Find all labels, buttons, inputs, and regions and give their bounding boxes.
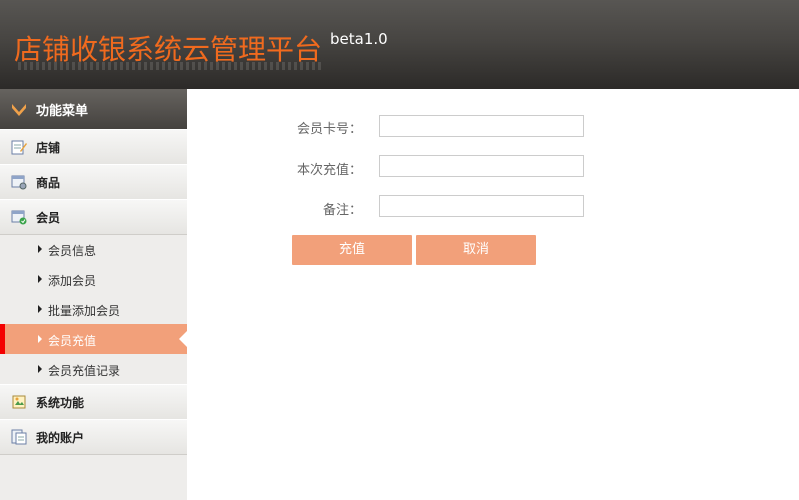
card-number-label: 会员卡号： bbox=[296, 122, 362, 137]
edit-note-icon bbox=[11, 140, 27, 155]
triangle-right-icon bbox=[38, 365, 42, 373]
sidebar-subitem-label: 会员充值记录 bbox=[48, 364, 121, 378]
system-image-icon bbox=[12, 395, 26, 409]
active-marker bbox=[0, 324, 5, 354]
sidebar-subitem-label: 批量添加会员 bbox=[48, 304, 121, 318]
header-bar: 店铺收银系统云管理平台 beta1.0 bbox=[0, 0, 799, 89]
sidebar-item-members[interactable]: 会员 bbox=[0, 199, 187, 235]
member-card-icon bbox=[11, 210, 27, 225]
chevron-down-icon bbox=[12, 104, 26, 116]
note-input[interactable] bbox=[379, 195, 584, 217]
card-number-input[interactable] bbox=[379, 115, 584, 137]
sidebar-subitem-add-member[interactable]: 添加会员 bbox=[0, 264, 187, 294]
triangle-right-icon bbox=[38, 335, 42, 343]
active-notch bbox=[179, 331, 187, 347]
product-settings-icon bbox=[11, 175, 27, 190]
cancel-button[interactable]: 取消 bbox=[416, 235, 536, 265]
recharge-amount-input[interactable] bbox=[379, 155, 584, 177]
triangle-right-icon bbox=[38, 245, 42, 253]
account-document-icon bbox=[11, 429, 27, 445]
recharge-button[interactable]: 充值 bbox=[292, 235, 412, 265]
triangle-right-icon bbox=[38, 305, 42, 313]
triangle-right-icon bbox=[38, 275, 42, 283]
sidebar-item-products[interactable]: 商品 bbox=[0, 164, 187, 200]
sidebar-subitem-label: 添加会员 bbox=[48, 274, 97, 288]
sidebar-subitem-label: 会员充值 bbox=[48, 334, 97, 348]
main-content: 会员卡号： 本次充值： 备注： 充值 取消 bbox=[187, 89, 799, 500]
menu-header-label: 功能菜单 bbox=[36, 104, 89, 119]
sidebar-item-label: 我的账户 bbox=[36, 431, 85, 445]
sidebar-subitem-batch-add-member[interactable]: 批量添加会员 bbox=[0, 294, 187, 324]
sidebar-item-label: 系统功能 bbox=[36, 396, 85, 410]
menu-header: 功能菜单 bbox=[0, 89, 187, 130]
sidebar-item-my-account[interactable]: 我的账户 bbox=[0, 419, 187, 455]
sidebar-item-label: 会员 bbox=[36, 211, 61, 225]
sidebar-item-system[interactable]: 系统功能 bbox=[0, 384, 187, 420]
sidebar-item-store[interactable]: 店铺 bbox=[0, 129, 187, 165]
sidebar-subitem-member-info[interactable]: 会员信息 bbox=[0, 234, 187, 264]
note-label: 备注： bbox=[322, 203, 362, 218]
sidebar-subitem-member-recharge[interactable]: 会员充值 bbox=[0, 324, 187, 354]
sidebar-subitem-recharge-records[interactable]: 会员充值记录 bbox=[0, 354, 187, 384]
sidebar-subitem-label: 会员信息 bbox=[48, 244, 97, 258]
sidebar: 功能菜单 店铺 商品 会员 会员信息 添加会员 批量添加会员 会员充值 会员充值… bbox=[0, 89, 187, 500]
sidebar-item-label: 商品 bbox=[36, 176, 61, 190]
app-version: beta1.0 bbox=[330, 30, 388, 48]
recharge-amount-label: 本次充值： bbox=[296, 163, 362, 178]
title-reflection bbox=[18, 62, 323, 70]
sidebar-item-label: 店铺 bbox=[36, 141, 61, 155]
